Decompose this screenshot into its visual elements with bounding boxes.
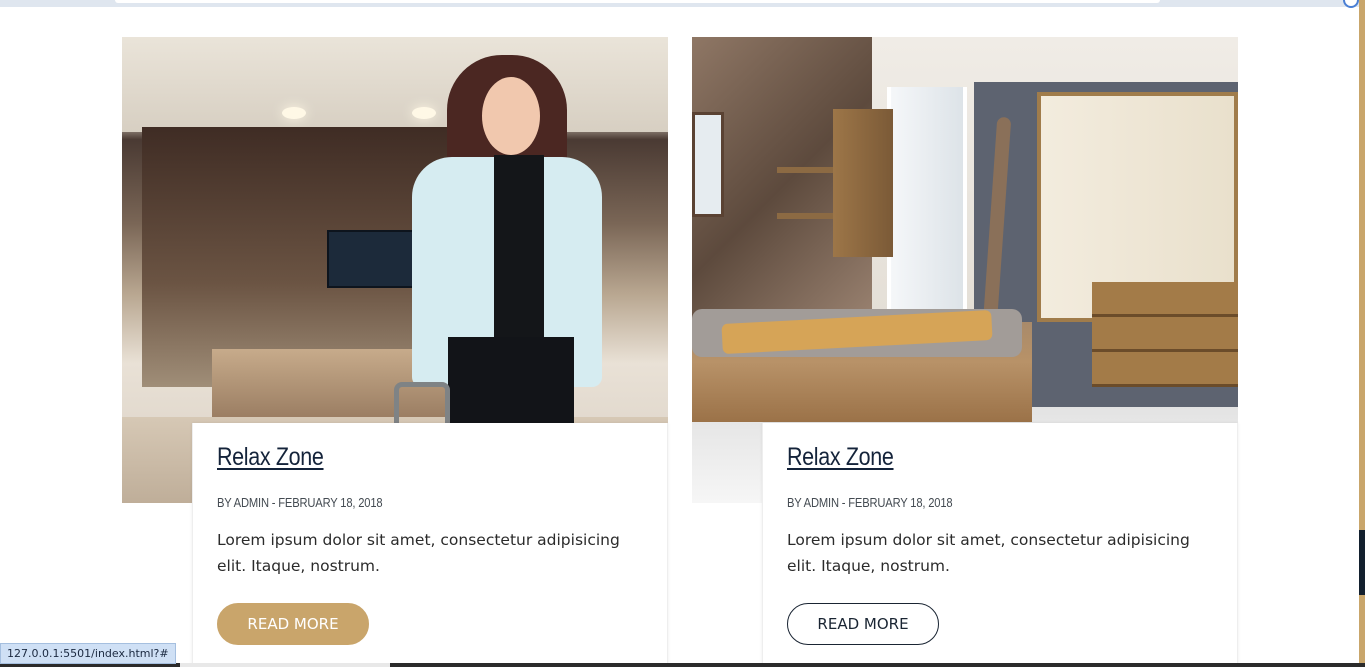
image-ceiling-light [412,107,436,119]
image-wall-picture [692,112,724,217]
read-more-button[interactable]: READ MORE [217,603,369,645]
post-title-link[interactable]: Relax Zone [217,443,324,472]
bottom-strip-highlight [180,663,390,667]
blog-card-content: Relax Zone BY ADMIN - FEBRUARY 18, 2018 … [192,423,668,667]
image-ceiling [122,37,668,132]
blog-card: Relax Zone BY ADMIN - FEBRUARY 18, 2018 … [692,37,1238,667]
image-wall-cabinet [833,109,893,257]
image-woman-face [482,77,540,155]
bottom-strip [0,663,1365,667]
blog-card-content: Relax Zone BY ADMIN - FEBRUARY 18, 2018 … [762,423,1238,667]
address-bar[interactable] [115,0,1160,3]
image-ceiling-light [282,107,306,119]
browser-profile-icon[interactable] [1343,0,1359,8]
read-more-button[interactable]: READ MORE [787,603,939,645]
image-woman-shirt [494,155,544,355]
status-bar-url: 127.0.0.1:5501/index.html?# [0,643,176,664]
post-excerpt: Lorem ipsum dolor sit amet, consectetur … [217,531,620,575]
post-excerpt: Lorem ipsum dolor sit amet, consectetur … [787,531,1190,575]
browser-top-bar [0,0,1365,8]
scroll-to-top-tab[interactable] [1359,530,1365,595]
blog-card: Relax Zone BY ADMIN - FEBRUARY 18, 2018 … [122,37,668,667]
page-side-accent [1359,0,1365,667]
image-window [887,87,967,327]
image-wardrobe-drawers [1092,282,1238,387]
post-meta: BY ADMIN - FEBRUARY 18, 2018 [217,495,383,510]
post-title-link[interactable]: Relax Zone [787,443,894,472]
post-meta: BY ADMIN - FEBRUARY 18, 2018 [787,495,953,510]
